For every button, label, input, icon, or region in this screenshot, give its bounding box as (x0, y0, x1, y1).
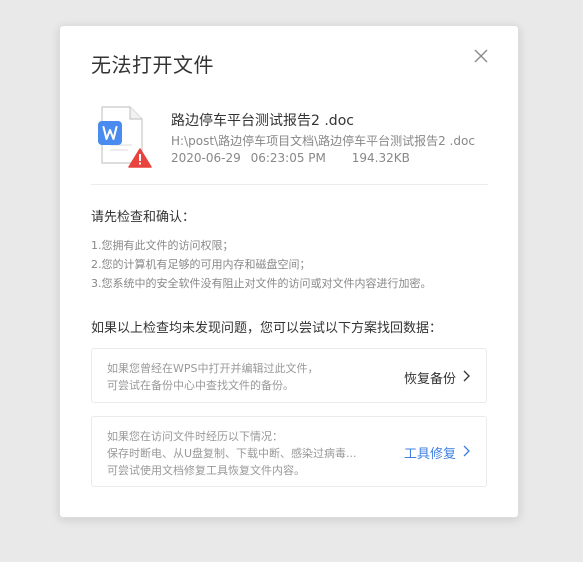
repair-tool-card[interactable]: 如果您在访问文件时经历以下情况： 保存时断电、从U盘复制、下载中断、感染过病毒.… (91, 416, 487, 487)
chevron-right-icon (462, 370, 470, 386)
description-line: 如果您曾经在WPS中打开并编辑过此文件， (107, 362, 319, 375)
restore-backup-button[interactable]: 恢复备份 (404, 368, 470, 387)
repair-tool-description: 如果您在访问文件时经历以下情况： 保存时断电、从U盘复制、下载中断、感染过病毒.… (107, 428, 357, 479)
file-date: 2020-06-29 (171, 151, 241, 165)
dialog-title: 无法打开文件 (91, 53, 214, 77)
close-icon[interactable] (471, 46, 491, 66)
check-item: 2.您的计算机有足够的可用内存和磁盘空间； (91, 258, 311, 271)
restore-backup-label: 恢复备份 (403, 372, 456, 387)
divider (91, 184, 488, 185)
file-size: 194.32KB (351, 151, 410, 165)
chevron-right-icon (462, 445, 470, 461)
fix-heading: 如果以上检查均未发现问题，您可以尝试以下方案找回数据： (91, 321, 443, 336)
check-item: 1.您拥有此文件的访问权限； (91, 239, 234, 252)
description-line: 可尝试使用文档修复工具恢复文件内容。 (107, 464, 305, 477)
restore-backup-card[interactable]: 如果您曾经在WPS中打开并编辑过此文件， 可尝试在备份中心中查找文件的备份。 恢… (91, 348, 487, 403)
repair-tool-button[interactable]: 工具修复 (404, 443, 470, 462)
description-line: 保存时断电、从U盘复制、下载中断、感染过病毒... (107, 447, 357, 460)
file-time: 06:23:05 PM (250, 151, 326, 165)
file-path: H:\post\路边停车项目文档\路边停车平台测试报告2 .doc (171, 134, 475, 148)
check-heading: 请先检查和确认： (91, 210, 196, 225)
word-file-warning-icon (96, 105, 152, 169)
description-line: 可尝试在备份中心中查找文件的备份。 (107, 379, 294, 392)
restore-backup-description: 如果您曾经在WPS中打开并编辑过此文件， 可尝试在备份中心中查找文件的备份。 (107, 360, 319, 394)
file-name: 路边停车平台测试报告2 .doc (171, 113, 354, 129)
file-meta: 2020-06-29 06:23:05 PM 194.32KB (171, 151, 410, 165)
repair-tool-label: 工具修复 (403, 447, 456, 462)
error-dialog: 无法打开文件 路边停车平台测试报告2 .doc H:\post\路边停车项目文档… (59, 25, 519, 518)
check-item: 3.您系统中的安全软件没有阻止对文件的访问或对文件内容进行加密。 (91, 277, 432, 290)
description-line: 如果您在访问文件时经历以下情况： (107, 430, 283, 443)
check-list: 1.您拥有此文件的访问权限； 2.您的计算机有足够的可用内存和磁盘空间； 3.您… (91, 236, 432, 293)
